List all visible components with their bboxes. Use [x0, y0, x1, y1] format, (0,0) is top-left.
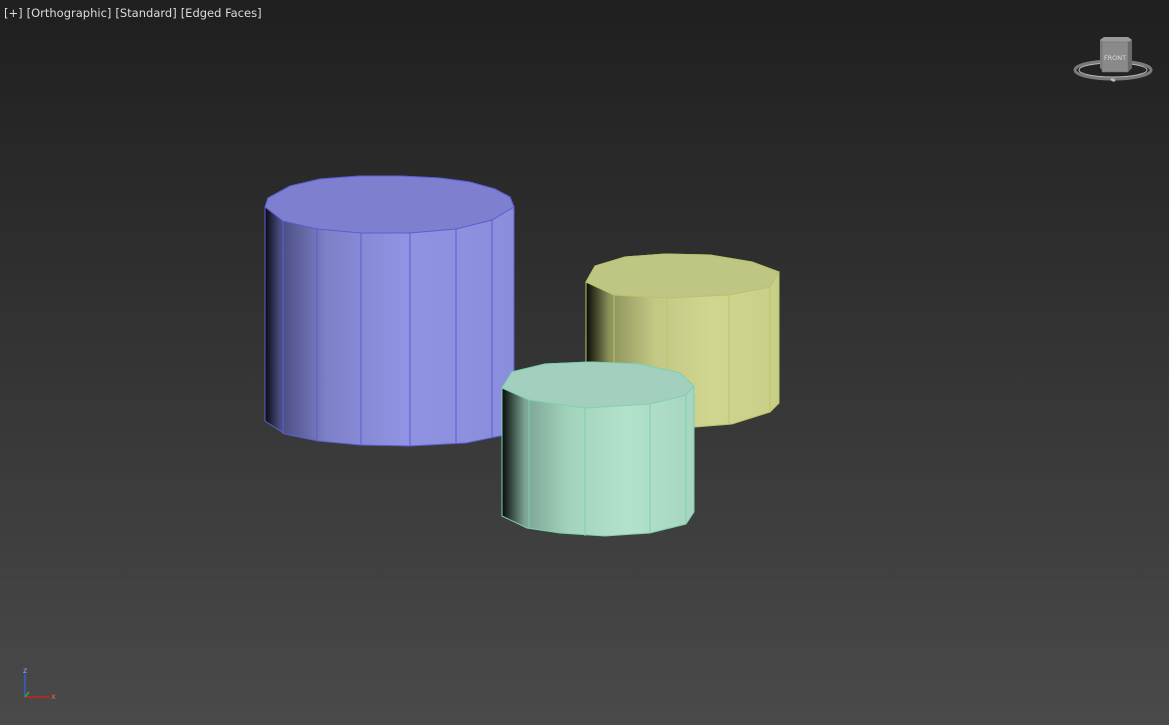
axis-z-label: z: [23, 666, 27, 675]
perspective-viewport[interactable]: [+] [Orthographic] [Standard] [Edged Fac…: [0, 0, 1169, 725]
cylinder-large-blue[interactable]: [264, 175, 515, 447]
cylinder-mint[interactable]: [501, 361, 695, 537]
scene-canvas: [264, 175, 780, 537]
axis-tripod-icon: z x: [23, 666, 56, 701]
axis-x-label: x: [51, 692, 56, 701]
